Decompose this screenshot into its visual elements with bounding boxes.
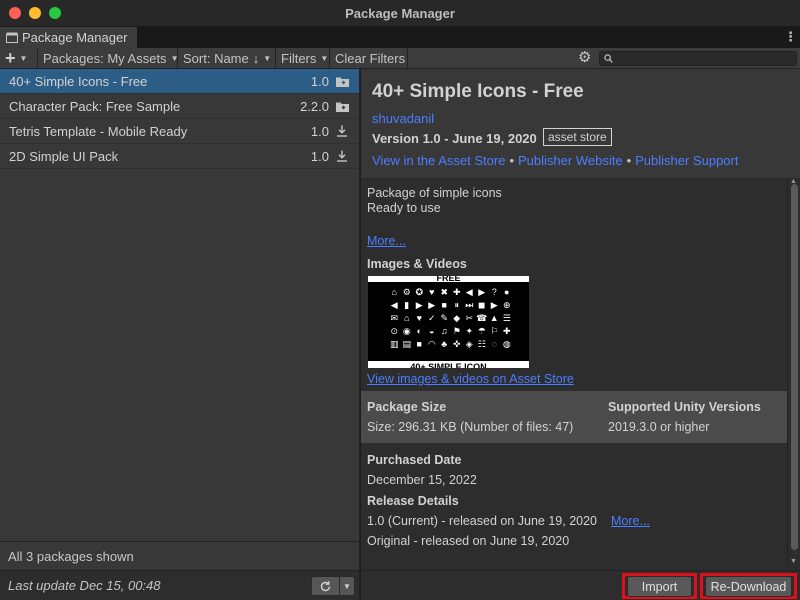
sort-direction-icon: ↓ xyxy=(252,50,260,66)
package-title: 40+ Simple Icons - Free xyxy=(372,81,584,102)
release-current: 1.0 (Current) - released on June 19, 202… xyxy=(367,514,597,528)
preview-icon-grid: ⌂ ⚙ ✪ ♥ ✖ ✚ ◀ ▶? ● ◀ ▮ ▶ ▶ ■ ⏸ ⏭ ◼ ▶ ⊕ ✉ ⌂ ♥ ✓ ✎ ◆ ✂ ☎ ▲ ☰ ⊙ ◉ ◐ ◒ ♫ ⚑ ✦… xyxy=(389,287,511,349)
preview-top-band: FREE xyxy=(368,276,529,282)
refresh-options-dropdown[interactable]: ▼ xyxy=(340,577,354,595)
redownload-button[interactable]: Re-Download xyxy=(705,576,792,597)
download-icon[interactable] xyxy=(335,124,349,138)
description: Package of simple icons Ready to use xyxy=(367,186,502,216)
purchased-date-label: Purchased Date xyxy=(367,453,462,467)
preview-bottom-band: 40+ SIMPLE ICON xyxy=(368,361,529,368)
package-list-item[interactable]: 40+ Simple Icons - Free 1.0 xyxy=(0,69,359,94)
sort-dropdown[interactable]: Sort: Name ↓ ▼ xyxy=(178,47,276,69)
toolbar: + ▼ Packages: My Assets ▼ Sort: Name ↓ ▼… xyxy=(0,47,800,69)
package-version: 1.0 xyxy=(310,148,329,164)
images-videos-heading: Images & Videos xyxy=(367,257,467,271)
chevron-down-icon: ▼ xyxy=(320,53,329,63)
supported-versions-label: Supported Unity Versions xyxy=(608,400,761,414)
sort-label: Sort: Name xyxy=(183,50,249,66)
gear-icon[interactable]: ⚙ xyxy=(578,50,591,66)
last-update-label: Last update Dec 15, 00:48 xyxy=(8,578,161,593)
purchased-date-value: December 15, 2022 xyxy=(367,473,477,487)
source-tag: asset store xyxy=(543,128,612,146)
packages-filter-label: Packages: My Assets xyxy=(43,50,167,66)
download-icon[interactable] xyxy=(335,149,349,163)
import-button[interactable]: Import xyxy=(627,576,692,597)
release-more-link[interactable]: More... xyxy=(611,514,650,528)
package-count-status: All 3 packages shown xyxy=(0,541,360,570)
details-footer: Import Re-Download xyxy=(361,570,800,600)
supported-versions-value: 2019.3.0 or higher xyxy=(608,420,710,434)
chevron-down-icon: ▼ xyxy=(19,53,28,63)
scroll-thumb[interactable] xyxy=(791,184,798,550)
description-more-link[interactable]: More... xyxy=(367,234,406,248)
package-import-icon xyxy=(335,74,349,88)
package-name: Tetris Template - Mobile Ready xyxy=(9,123,188,139)
clear-filters-button[interactable]: Clear Filters xyxy=(330,47,408,69)
search-icon xyxy=(604,54,613,63)
details-body: Package of simple icons Ready to use Mor… xyxy=(361,178,787,570)
details-header: 40+ Simple Icons - Free shuvadanil Versi… xyxy=(361,69,800,178)
package-version: 2.2.0 xyxy=(300,98,329,114)
tab-label: Package Manager xyxy=(22,30,128,45)
filters-dropdown[interactable]: Filters ▼ xyxy=(276,47,330,69)
import-label: Import xyxy=(641,579,678,594)
chevron-down-icon: ▼ xyxy=(343,581,351,591)
refresh-icon xyxy=(320,580,331,591)
package-list-item[interactable]: Character Pack: Free Sample 2.2.0 xyxy=(0,94,359,119)
package-import-icon xyxy=(335,99,349,113)
separator-dot: • xyxy=(509,153,515,168)
search-input[interactable] xyxy=(599,51,797,66)
package-list-item[interactable]: Tetris Template - Mobile Ready 1.0 xyxy=(0,119,359,144)
release-details-label: Release Details xyxy=(367,494,459,508)
publisher-support-link[interactable]: Publisher Support xyxy=(635,153,738,168)
scroll-down-icon[interactable]: ▼ xyxy=(790,558,797,565)
package-size-section: Package Size Size: 296.31 KB (Number of … xyxy=(361,391,787,443)
kebab-menu-icon[interactable]: ⋮ xyxy=(784,30,797,43)
separator-dot: • xyxy=(626,153,632,168)
package-size-label: Package Size xyxy=(367,400,447,414)
publisher-links: View in the Asset Store • Publisher Websit… xyxy=(372,153,738,168)
tab-strip: Package Manager ⋮ xyxy=(0,27,800,48)
window-title: Package Manager xyxy=(345,6,455,21)
chevron-down-icon: ▼ xyxy=(263,53,272,63)
details-scrollbar[interactable]: ▲ ▼ xyxy=(787,178,800,570)
package-preview-image[interactable]: FREE ⌂ ⚙ ✪ ♥ ✖ ✚ ◀ ▶? ● ◀ ▮ ▶ ▶ ■ ⏸ ⏭ ◼ ▶ ⊕ ✉ ⌂ ♥ ✓ ✎ ◆ ✂ ☎ ▲ ☰ ⊙ ◉… xyxy=(368,276,529,368)
package-name: 40+ Simple Icons - Free xyxy=(9,73,148,89)
version-label: Version 1.0 - June 19, 2020 xyxy=(372,131,537,146)
add-package-button[interactable]: + ▼ xyxy=(0,47,38,69)
release-original: Original - released on June 19, 2020 xyxy=(367,534,570,548)
author-link[interactable]: shuvadanil xyxy=(372,111,434,126)
package-version: 1.0 xyxy=(310,73,329,89)
description-line: Ready to use xyxy=(367,201,441,215)
plus-icon: + xyxy=(5,48,16,68)
description-line: Package of simple icons xyxy=(367,186,502,200)
view-media-link[interactable]: View images & videos on Asset Store xyxy=(367,372,574,386)
left-footer: Last update Dec 15, 00:48 ▼ xyxy=(0,570,360,600)
package-list: 40+ Simple Icons - Free 1.0 Character Pa… xyxy=(0,69,360,541)
package-size-value: Size: 296.31 KB (Number of files: 47) xyxy=(367,420,574,434)
package-manager-tab-icon xyxy=(6,32,18,43)
package-name: 2D Simple UI Pack xyxy=(9,148,119,164)
filters-label: Filters xyxy=(281,50,317,66)
refresh-button-group: ▼ xyxy=(311,576,355,596)
package-details: 40+ Simple Icons - Free shuvadanil Versi… xyxy=(361,69,800,570)
clear-filters-label: Clear Filters xyxy=(335,50,406,66)
package-version: 1.0 xyxy=(310,123,329,139)
publisher-website-link[interactable]: Publisher Website xyxy=(518,153,623,168)
packages-filter-dropdown[interactable]: Packages: My Assets ▼ xyxy=(38,47,178,69)
window-titlebar: Package Manager xyxy=(0,0,800,27)
package-name: Character Pack: Free Sample xyxy=(9,98,181,114)
tab-package-manager[interactable]: Package Manager xyxy=(0,27,137,48)
refresh-button[interactable] xyxy=(312,577,340,595)
redownload-label: Re-Download xyxy=(710,579,787,594)
package-list-item[interactable]: 2D Simple UI Pack 1.0 xyxy=(0,144,359,169)
view-asset-store-link[interactable]: View in the Asset Store xyxy=(372,153,505,168)
package-count-label: All 3 packages shown xyxy=(8,548,134,564)
